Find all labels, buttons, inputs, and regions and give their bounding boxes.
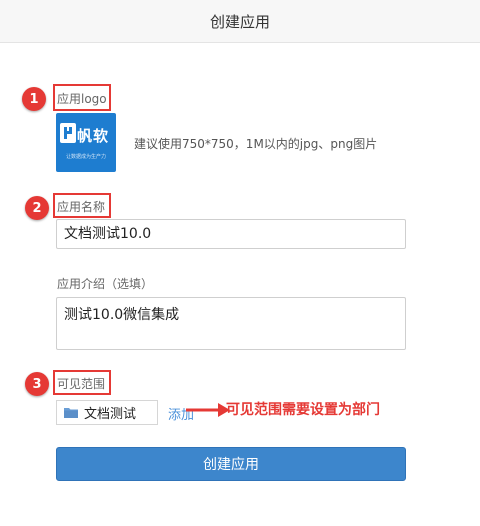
logo-label: 应用logo bbox=[57, 92, 107, 106]
logo-text: 帆软 bbox=[77, 127, 110, 145]
department-chip-label: 文档测试 bbox=[84, 407, 137, 422]
app-name-input[interactable]: 文档测试10.0 bbox=[56, 219, 406, 249]
logo-mark-icon bbox=[60, 123, 76, 143]
name-label: 应用名称 bbox=[57, 200, 106, 214]
create-app-button[interactable]: 创建应用 bbox=[56, 447, 406, 481]
department-chip[interactable]: 文档测试 bbox=[56, 400, 158, 425]
header-bar: 创建应用 bbox=[0, 0, 480, 43]
app-logo-upload[interactable]: 帆软 让数据成为生产力 bbox=[56, 113, 116, 172]
step-badge-3: 3 bbox=[25, 372, 49, 396]
logo-tagline: 让数据成为生产力 bbox=[65, 154, 106, 160]
annotation-note: 可见范围需要设置为部门 bbox=[226, 402, 380, 418]
app-intro-textarea[interactable]: 测试10.0微信集成 bbox=[56, 297, 406, 350]
intro-label: 应用介绍（选填） bbox=[57, 277, 154, 291]
logo-hint: 建议使用750*750，1M以内的jpg、png图片 bbox=[134, 137, 378, 151]
page-title: 创建应用 bbox=[209, 12, 270, 31]
step-badge-1: 1 bbox=[22, 87, 46, 111]
step-badge-2: 2 bbox=[25, 196, 49, 220]
folder-icon bbox=[64, 408, 78, 418]
scope-label: 可见范围 bbox=[57, 377, 106, 391]
